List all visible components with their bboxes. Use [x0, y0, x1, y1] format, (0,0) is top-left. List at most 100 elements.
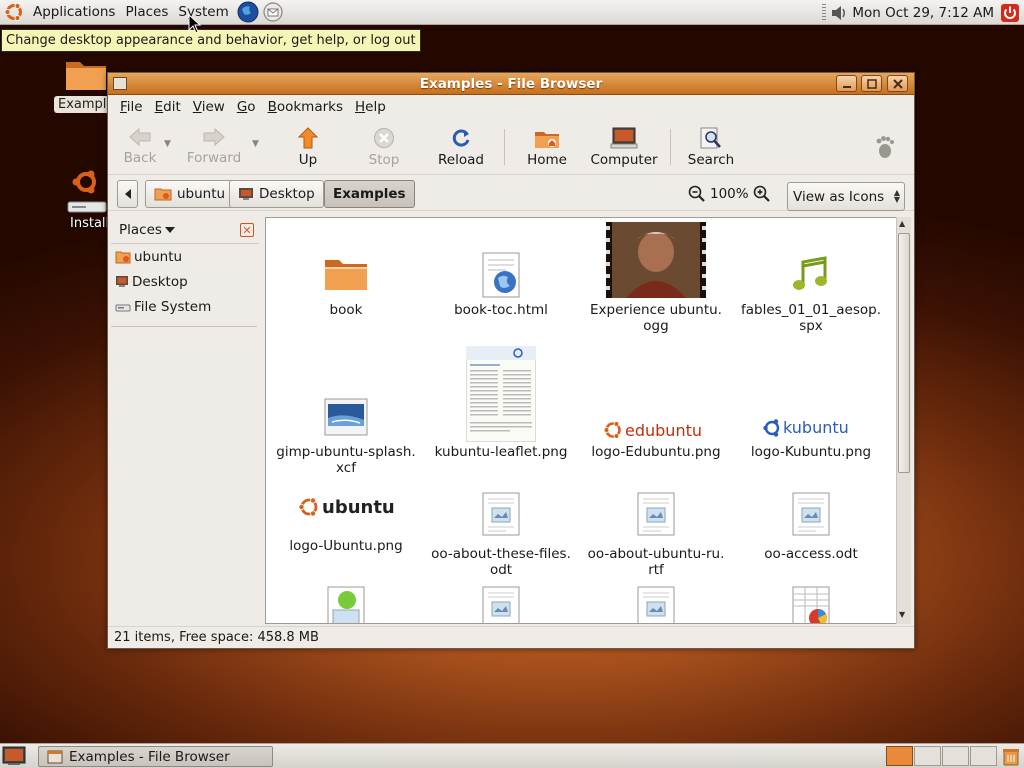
workspace-switcher [886, 746, 998, 766]
window-menu-icon[interactable] [113, 77, 127, 90]
system-menu[interactable]: System [173, 0, 233, 25]
path-label: Desktop [259, 186, 315, 202]
panel-handle [822, 3, 827, 22]
file-name: kubuntu-leaflet.png [434, 444, 568, 460]
kubuntu-logo-image: kubuntu [763, 418, 849, 437]
scrollbar-thumb[interactable] [898, 233, 910, 473]
path-button-desktop[interactable]: Desktop [229, 180, 324, 208]
workspace-4[interactable] [970, 746, 997, 766]
volume-icon[interactable] [830, 4, 848, 22]
workspace-1[interactable] [886, 746, 913, 766]
status-text: 21 items, Free space: 458.8 MB [114, 630, 319, 645]
file-name: book-toc.html [454, 302, 548, 318]
reload-label: Reload [438, 152, 484, 168]
window-title: Examples - File Browser [419, 75, 603, 92]
workspace-3[interactable] [942, 746, 969, 766]
workspace-2[interactable] [914, 746, 941, 766]
web-browser-icon[interactable] [237, 1, 259, 23]
home-folder-icon [115, 251, 131, 263]
side-pane-header[interactable]: Places [111, 216, 259, 244]
place-file-system[interactable]: File System [111, 294, 259, 319]
power-icon[interactable] [1000, 3, 1020, 23]
back-history-dropdown[interactable]: ▼ [164, 139, 171, 149]
scroll-down-arrow-icon[interactable]: ▼ [899, 610, 905, 619]
status-bar: 21 items, Free space: 458.8 MB [108, 626, 914, 648]
home-button[interactable]: Home [522, 119, 572, 175]
home-label: Home [527, 152, 567, 168]
menu-go[interactable]: Go [231, 99, 262, 115]
reload-button[interactable]: Reload [434, 119, 488, 175]
forward-button[interactable]: Forward [184, 119, 244, 175]
content-area: Places ✕ ubuntu Desktop File System book… [108, 216, 914, 626]
path-button-examples[interactable]: Examples [324, 180, 415, 208]
document-file-icon [482, 492, 520, 536]
home-icon [535, 132, 559, 148]
search-button[interactable]: Search [686, 119, 736, 175]
desktop-icon-label: Install [70, 216, 110, 231]
path-button-ubuntu[interactable]: ubuntu [145, 180, 235, 208]
file-name: book [329, 302, 363, 318]
bottom-panel: Examples - File Browser [0, 743, 1024, 768]
audio-file-icon [793, 256, 827, 290]
drive-icon [115, 304, 131, 311]
close-icon [892, 78, 903, 89]
back-label: Back [123, 150, 157, 166]
gnome-foot-icon [876, 136, 894, 158]
menu-view[interactable]: View [187, 99, 231, 115]
show-desktop-icon[interactable] [2, 746, 26, 766]
mail-client-icon[interactable] [262, 1, 284, 23]
file-name-ext: rtf [648, 562, 664, 578]
file-browser-icon [47, 750, 63, 763]
place-label: ubuntu [134, 248, 183, 265]
select-arrows-icon: ▲ ▼ [893, 188, 900, 204]
file-name: gimp-ubuntu-splash. [276, 444, 416, 460]
forward-label: Forward [186, 150, 242, 166]
maximize-button[interactable] [861, 75, 882, 92]
file-name-ext: spx [799, 318, 823, 334]
path-label: Examples [333, 186, 406, 202]
zoom-in-icon[interactable] [753, 185, 771, 203]
menu-file[interactable]: File [114, 99, 149, 115]
zoom-level[interactable]: 100% [710, 186, 749, 202]
side-pane-close-button[interactable]: ✕ [240, 223, 254, 237]
taskbar-window-button[interactable]: Examples - File Browser [38, 746, 273, 767]
close-button[interactable] [887, 75, 908, 92]
file-name: Experience ubuntu. [590, 302, 722, 318]
up-label: Up [298, 152, 318, 168]
place-label: File System [134, 298, 212, 315]
forward-history-dropdown[interactable]: ▼ [252, 139, 259, 149]
file-name: oo-access.odt [764, 546, 858, 562]
places-menu[interactable]: Places [120, 0, 173, 25]
place-ubuntu[interactable]: ubuntu [111, 244, 259, 269]
stop-button[interactable]: Stop [364, 119, 404, 175]
pane-resize-handle[interactable] [260, 216, 264, 624]
path-scroll-left-button[interactable] [117, 180, 138, 208]
clock[interactable]: Mon Oct 29, 7:12 AM [848, 5, 1000, 21]
back-arrow-icon [129, 127, 151, 147]
icon-view[interactable]: book book-toc.html Experience ubuntu. ogg [265, 217, 911, 624]
trash-icon[interactable] [1002, 747, 1020, 766]
scroll-up-arrow-icon[interactable]: ▲ [899, 219, 905, 228]
taskbar-window-label: Examples - File Browser [69, 748, 230, 765]
back-button[interactable]: Back [116, 119, 164, 175]
view-mode-select[interactable]: View as Icons ▲ ▼ [787, 182, 905, 211]
html-file-icon [482, 252, 520, 298]
document-file-icon [792, 492, 830, 536]
vertical-scrollbar[interactable]: ▲ ▼ [896, 217, 911, 624]
applications-menu[interactable]: Applications [28, 0, 120, 25]
file-name: fables_01_01_aesop. [740, 302, 882, 318]
place-desktop[interactable]: Desktop [111, 269, 259, 294]
computer-button[interactable]: Computer [588, 119, 660, 175]
window-titlebar[interactable]: Examples - File Browser [108, 73, 914, 95]
menu-bookmarks[interactable]: Bookmarks [262, 99, 349, 115]
ubuntu-logo-icon[interactable] [4, 2, 24, 22]
menu-help[interactable]: Help [349, 99, 392, 115]
minimize-button[interactable] [836, 75, 857, 92]
presentation-file-icon [327, 586, 365, 623]
zoom-out-icon[interactable] [688, 185, 706, 203]
location-bar: ubuntu Desktop Examples 100% View as Ico… [108, 175, 914, 211]
computer-label: Computer [590, 152, 658, 168]
up-button[interactable]: Up [288, 119, 328, 175]
menu-edit[interactable]: Edit [149, 99, 187, 115]
ubuntu-logo-text: ubuntu [322, 497, 395, 518]
